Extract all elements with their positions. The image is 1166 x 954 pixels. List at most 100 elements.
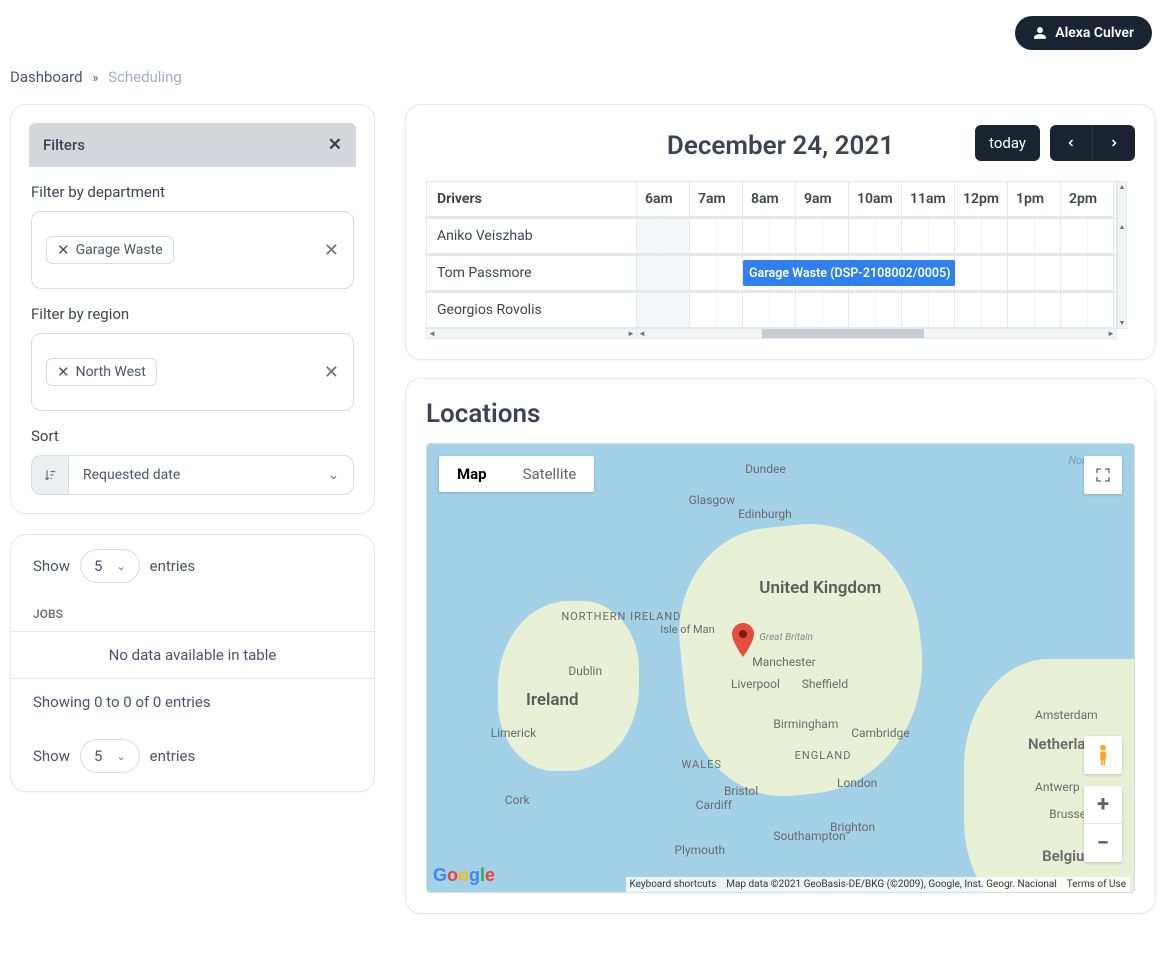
pegman-button[interactable] [1084, 736, 1122, 774]
region-label: Great Britain [759, 632, 813, 643]
timeline-cell[interactable] [743, 219, 796, 254]
country-label-ireland: Ireland [526, 690, 579, 710]
region-label: WALES [682, 758, 722, 771]
chevron-down-icon: ⌄ [116, 560, 125, 573]
region-label: NORTHERN IRELAND [561, 610, 681, 623]
city-label: Edinburgh [738, 507, 792, 521]
show-label: Show [33, 747, 70, 765]
timeline-cell[interactable] [1008, 293, 1061, 328]
city-label: Amsterdam [1035, 708, 1098, 722]
city-label: Dundee [745, 462, 786, 476]
page-size-value: 5 [94, 747, 102, 765]
prev-button[interactable] [1050, 125, 1093, 161]
city-label: Dublin [568, 664, 602, 678]
timeline-cell[interactable] [690, 219, 743, 254]
map-attribution: Keyboard shortcuts Map data ©2021 GeoBas… [626, 877, 1131, 892]
timeline-cell[interactable] [796, 219, 849, 254]
next-button[interactable] [1093, 125, 1135, 161]
timeline-cell[interactable] [796, 293, 849, 328]
region-label: Isle of Man [660, 623, 714, 636]
user-icon [1033, 26, 1047, 40]
map-type-map-button[interactable]: Map [439, 456, 505, 492]
calendar-event[interactable]: Garage Waste (DSP-2108002/0005) [743, 260, 955, 286]
user-menu-button[interactable]: Alexa Culver [1015, 16, 1152, 50]
timeline-cell[interactable] [849, 293, 902, 328]
zoom-out-button[interactable]: − [1084, 824, 1122, 862]
city-label: Brighton [830, 820, 875, 834]
timeline-row: Georgios Rovolis [426, 292, 1117, 329]
sort-select[interactable]: Requested date ⌄ [69, 455, 354, 495]
page-size-select-bottom[interactable]: 5 ⌄ [80, 739, 140, 773]
timeline-cell[interactable] [955, 219, 1008, 254]
timeline-header-row: Drivers 6am 7am 8am 9am 10am 11am 12pm 1… [426, 181, 1117, 218]
timeline-cell[interactable] [902, 219, 955, 254]
tag-label: North West [76, 364, 146, 380]
filters-header: Filters ✕ [29, 123, 356, 167]
department-tags-input[interactable]: ✕ Garage Waste ✕ [31, 211, 354, 289]
timeline-cell[interactable] [690, 293, 743, 328]
timeline-cell[interactable] [1061, 219, 1114, 254]
sort-icon [43, 468, 57, 482]
table-footer: Showing 0 to 0 of 0 entries [11, 679, 374, 725]
attribution-text: Map data ©2021 GeoBasis-DE/BKG (©2009), … [726, 879, 1057, 890]
page-size-select[interactable]: 5 ⌄ [80, 549, 140, 583]
timeline-cell[interactable] [955, 293, 1008, 328]
timeline-cell[interactable] [1008, 256, 1061, 291]
today-button[interactable]: today [975, 125, 1040, 161]
filters-panel: Filters ✕ Filter by department ✕ Garage … [10, 104, 375, 514]
vertical-scrollbar[interactable]: ▲ ▲ ▼ [1117, 181, 1127, 329]
sort-direction-button[interactable] [31, 455, 69, 495]
timeline-row: Tom Passmore Garage Waste (DSP-2108002/0… [426, 255, 1117, 292]
clear-department-icon[interactable]: ✕ [324, 240, 339, 261]
driver-name: Georgios Rovolis [427, 293, 637, 328]
user-name: Alexa Culver [1055, 25, 1134, 41]
city-label: London [837, 776, 877, 790]
filter-department-label: Filter by department [31, 183, 354, 201]
timeline-cell[interactable] [849, 219, 902, 254]
timeline-cell[interactable] [955, 256, 1008, 291]
breadcrumb-root[interactable]: Dashboard [10, 68, 83, 86]
timeline-cell[interactable] [1061, 293, 1114, 328]
fullscreen-button[interactable] [1084, 456, 1122, 494]
clear-region-icon[interactable]: ✕ [324, 362, 339, 383]
no-data-message: No data available in table [11, 632, 374, 679]
timeline-cell[interactable] [690, 256, 743, 291]
department-tag: ✕ Garage Waste [46, 236, 174, 264]
hour-header: 1pm [1008, 182, 1061, 217]
timeline-cell[interactable] [1061, 256, 1114, 291]
timeline-cell[interactable] [1008, 219, 1061, 254]
pegman-icon [1094, 744, 1112, 766]
sort-label: Sort [31, 427, 354, 445]
terms-link[interactable]: Terms of Use [1067, 879, 1126, 890]
jobs-column-header: JOBS [11, 593, 374, 632]
hour-header: 12pm [955, 182, 1008, 217]
close-icon[interactable]: ✕ [328, 135, 342, 155]
timeline-cell[interactable]: Garage Waste (DSP-2108002/0005) [743, 256, 796, 291]
hour-header: 9am [796, 182, 849, 217]
hour-header: 2pm [1061, 182, 1114, 217]
timeline-row: Aniko Veiszhab [426, 218, 1117, 255]
remove-tag-icon[interactable]: ✕ [57, 243, 70, 258]
city-label: Sheffield [802, 677, 848, 691]
map-type-satellite-button[interactable]: Satellite [505, 456, 595, 492]
timeline-cell[interactable] [637, 293, 690, 328]
map[interactable]: North Sea United Kingdom Ireland Netherl… [426, 443, 1135, 893]
fullscreen-icon [1095, 467, 1111, 483]
timeline-cell[interactable] [637, 256, 690, 291]
hour-header: 6am [637, 182, 690, 217]
timeline-cell[interactable] [637, 219, 690, 254]
hour-header: 7am [690, 182, 743, 217]
map-pin-icon[interactable] [731, 623, 755, 657]
zoom-in-button[interactable]: + [1084, 786, 1122, 824]
driver-scrollbar[interactable]: ◄► [426, 329, 636, 339]
drivers-header: Drivers [427, 182, 637, 217]
remove-tag-icon[interactable]: ✕ [57, 365, 70, 380]
keyboard-shortcuts-link[interactable]: Keyboard shortcuts [630, 879, 717, 890]
timeline-cell[interactable] [743, 293, 796, 328]
city-label: Cambridge [851, 726, 909, 740]
timeline-scrollbar[interactable]: ◄ ► [636, 329, 1117, 339]
timeline-cell[interactable] [902, 293, 955, 328]
city-label: Manchester [752, 655, 815, 669]
driver-name: Tom Passmore [427, 256, 637, 291]
region-tags-input[interactable]: ✕ North West ✕ [31, 333, 354, 411]
